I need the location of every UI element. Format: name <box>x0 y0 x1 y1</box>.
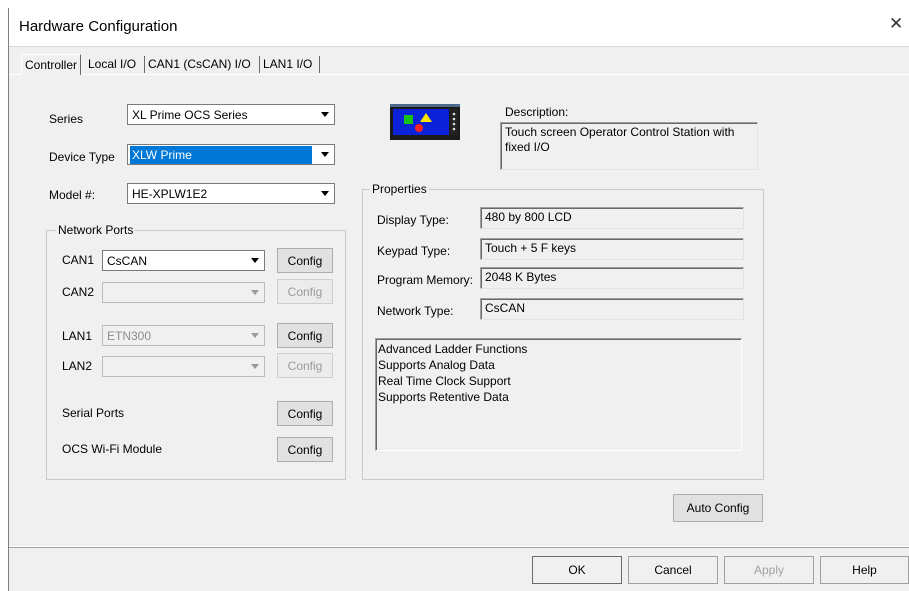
lan1-config-button[interactable]: Config <box>277 323 333 348</box>
device-type-label: Device Type <box>49 150 115 164</box>
lan2-config-button[interactable]: Config <box>277 353 333 378</box>
can2-config-button[interactable]: Config <box>277 279 333 304</box>
lan1-select[interactable]: ETN300 <box>102 325 265 346</box>
serial-ports-config-button[interactable]: Config <box>277 401 333 426</box>
description-field: Touch screen Operator Control Station wi… <box>500 122 758 170</box>
close-icon[interactable]: ✕ <box>889 14 903 34</box>
network-ports-title: Network Ports <box>56 223 136 237</box>
apply-button[interactable]: Apply <box>724 556 814 584</box>
can1-value: CsCAN <box>107 254 148 268</box>
chevron-down-icon[interactable] <box>246 357 264 376</box>
chevron-down-icon[interactable] <box>246 283 264 302</box>
wifi-module-label: OCS Wi-Fi Module <box>62 442 163 456</box>
ocs-device-icon <box>390 104 460 142</box>
can2-select[interactable] <box>102 282 265 303</box>
tab-separator <box>259 56 260 73</box>
can1-config-button[interactable]: Config <box>277 248 333 273</box>
list-item: Supports Retentive Data <box>378 390 509 404</box>
lan1-value: ETN300 <box>107 329 152 343</box>
help-button[interactable]: Help <box>820 556 909 584</box>
list-item: Supports Analog Data <box>378 358 495 372</box>
model-value: HE-XPLW1E2 <box>132 187 208 201</box>
ok-button[interactable]: OK <box>532 556 622 584</box>
tab-local-io[interactable]: Local I/O <box>88 54 136 75</box>
network-type-label: Network Type: <box>377 304 454 318</box>
keypad-type-field: Touch + 5 F keys <box>480 238 744 260</box>
serial-ports-label: Serial Ports <box>62 406 125 420</box>
list-item: Real Time Clock Support <box>378 374 511 388</box>
wifi-module-config-button[interactable]: Config <box>277 437 333 462</box>
auto-config-button[interactable]: Auto Config <box>673 494 763 522</box>
window-title: Hardware Configuration <box>19 18 178 35</box>
description-label: Description: <box>505 105 569 119</box>
device-type-value: XLW Prime <box>130 146 312 164</box>
chevron-down-icon[interactable] <box>316 105 334 124</box>
tab-strip-line <box>9 74 909 75</box>
can2-label: CAN2 <box>62 285 95 299</box>
model-label: Model #: <box>49 188 96 202</box>
chevron-down-icon[interactable] <box>316 184 334 203</box>
tab-controller[interactable]: Controller <box>21 54 82 75</box>
lan2-label: LAN2 <box>62 359 93 373</box>
keypad-type-label: Keypad Type: <box>377 244 451 258</box>
network-type-field: CsCAN <box>480 298 744 320</box>
features-list: Advanced Ladder Functions Supports Analo… <box>375 338 742 451</box>
series-label: Series <box>49 112 84 126</box>
chevron-down-icon[interactable] <box>246 251 264 270</box>
series-value: XL Prime OCS Series <box>132 108 248 122</box>
can1-label: CAN1 <box>62 253 95 267</box>
list-item: Advanced Ladder Functions <box>378 342 528 356</box>
series-select[interactable]: XL Prime OCS Series <box>127 104 335 125</box>
program-memory-label: Program Memory: <box>377 273 474 287</box>
tab-lan1-io[interactable]: LAN1 I/O <box>263 54 312 75</box>
properties-title: Properties <box>370 182 429 196</box>
cancel-button[interactable]: Cancel <box>628 556 718 584</box>
tab-can1-io[interactable]: CAN1 (CsCAN) I/O <box>148 54 251 75</box>
device-type-select[interactable]: XLW Prime <box>127 144 335 165</box>
lan1-label: LAN1 <box>62 329 93 343</box>
can1-select[interactable]: CsCAN <box>102 250 265 271</box>
chevron-down-icon[interactable] <box>246 326 264 345</box>
chevron-down-icon[interactable] <box>316 145 334 164</box>
lan2-select[interactable] <box>102 356 265 377</box>
model-select[interactable]: HE-XPLW1E2 <box>127 183 335 204</box>
program-memory-field: 2048 K Bytes <box>480 267 744 289</box>
tab-separator <box>319 56 320 73</box>
display-type-label: Display Type: <box>377 213 449 227</box>
display-type-field: 480 by 800 LCD <box>480 207 744 229</box>
tab-separator <box>144 56 145 73</box>
